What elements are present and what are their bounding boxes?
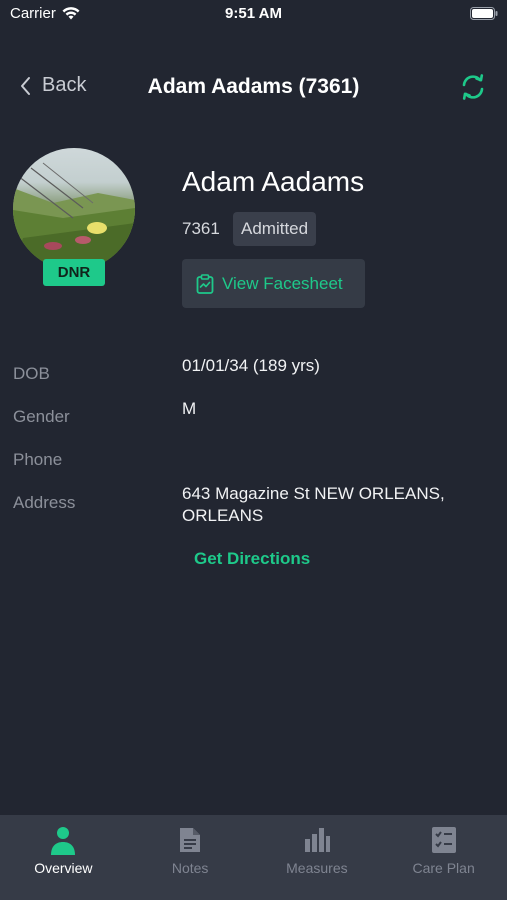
- view-facesheet-button[interactable]: View Facesheet: [182, 259, 365, 308]
- tab-care-plan-label: Care Plan: [412, 860, 475, 876]
- patient-name: Adam Aadams: [182, 166, 365, 197]
- page-title: Adam Aadams (7361): [147, 75, 360, 98]
- tab-bar: Overview Notes Measures Care Plan: [0, 815, 507, 900]
- dob-value: 01/01/34 (189 yrs): [182, 356, 320, 375]
- tab-notes-label: Notes: [171, 860, 209, 876]
- get-directions-link[interactable]: Get Directions: [194, 549, 310, 569]
- tab-measures-label: Measures: [286, 860, 348, 876]
- avatar: [13, 148, 135, 270]
- dob-label: DOB: [13, 364, 50, 383]
- person-icon: [51, 827, 76, 855]
- status-bar: Carrier 9:51 AM: [0, 0, 507, 28]
- navigation-bar: Back Adam Aadams (7361): [0, 62, 507, 112]
- dnr-badge: DNR: [43, 259, 105, 286]
- tab-care-plan[interactable]: Care Plan: [380, 815, 507, 900]
- address-line-1: 643 Magazine St NEW ORLEANS,: [182, 484, 445, 503]
- tab-overview[interactable]: Overview: [0, 815, 127, 900]
- gender-label: Gender: [13, 407, 70, 426]
- phone-label: Phone: [13, 450, 63, 469]
- patient-id: 7361: [182, 219, 220, 238]
- checklist-icon: [431, 827, 456, 853]
- tab-notes[interactable]: Notes: [127, 815, 254, 900]
- tab-measures[interactable]: Measures: [254, 815, 381, 900]
- bar-chart-icon: [304, 828, 330, 852]
- avatar-photo: [13, 162, 135, 270]
- address-label: Address: [13, 493, 76, 512]
- status-badge: Admitted: [233, 212, 317, 246]
- clipboard-icon: [196, 273, 214, 294]
- view-facesheet-label: View Facesheet: [222, 273, 343, 293]
- sync-icon[interactable]: [457, 72, 489, 102]
- clock: 9:51 AM: [225, 5, 282, 22]
- tab-overview-label: Overview: [34, 860, 93, 876]
- battery-icon: [470, 7, 498, 20]
- gender-value: M: [182, 399, 197, 418]
- address-line-2: ORLEANS: [182, 506, 264, 525]
- patient-photo-block: DNR: [13, 148, 135, 288]
- document-icon: [180, 828, 201, 852]
